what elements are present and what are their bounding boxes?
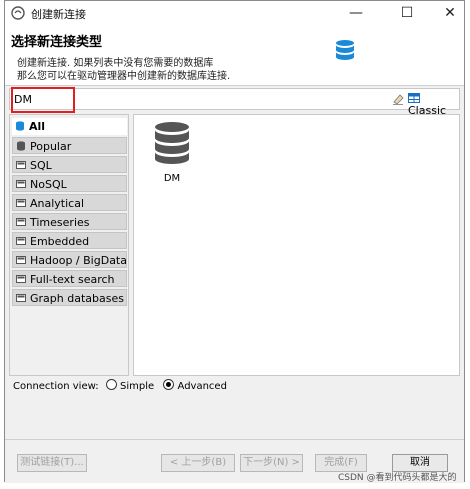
title-bar: 创建新连接 — ☐ ✕ <box>5 1 464 25</box>
driver-tile-dm[interactable]: DM <box>150 121 194 187</box>
folder-icon <box>16 218 26 226</box>
search-input[interactable] <box>14 91 314 107</box>
maximize-button[interactable]: ☐ <box>392 3 422 23</box>
connection-view: Connection view: Simple Advanced <box>13 379 227 392</box>
folder-icon <box>16 275 26 283</box>
page-title: 选择新连接类型 <box>11 35 103 50</box>
new-connection-window: 创建新连接 — ☐ ✕ 选择新连接类型 创建新连接. 如果列表中没有您需要的数据… <box>4 0 465 483</box>
close-icon: ✕ <box>444 5 456 21</box>
category-nosql[interactable]: NoSQL <box>12 175 127 192</box>
radio-simple-circle[interactable] <box>105 379 117 390</box>
description-line-2: 那么您可以在驱动管理器中创建新的数据库连接. <box>17 71 231 82</box>
category-label: All <box>29 120 46 133</box>
category-label: NoSQL <box>30 178 67 191</box>
radio-simple[interactable]: Simple <box>105 379 158 392</box>
category-analytical[interactable]: Analytical <box>12 194 127 211</box>
folder-icon <box>16 161 26 169</box>
category-label: Embedded <box>30 235 90 248</box>
dialog-body: Classic All Popular SQL NoSQL Anal <box>5 85 464 440</box>
next-button[interactable]: 下一步(N) > <box>240 454 303 472</box>
category-timeseries[interactable]: Timeseries <box>12 213 127 230</box>
search-bar: Classic <box>9 87 460 117</box>
category-label: Timeseries <box>30 216 90 229</box>
category-all[interactable]: All <box>12 118 127 135</box>
category-full-text-search[interactable]: Full-text search <box>12 270 127 287</box>
window-title: 创建新连接 <box>31 8 86 21</box>
category-popular[interactable]: Popular <box>12 137 127 154</box>
database-icon <box>336 40 354 60</box>
minimize-button[interactable]: — <box>341 3 371 23</box>
driver-label: DM <box>163 173 181 184</box>
folder-icon <box>16 180 26 188</box>
category-label: SQL <box>30 159 52 172</box>
driver-list: DM <box>133 114 460 376</box>
database-icon <box>16 121 24 131</box>
connection-view-label: Connection view: <box>13 381 99 392</box>
radio-advanced-circle[interactable] <box>163 379 175 390</box>
app-logo-icon <box>11 6 25 20</box>
dialog-header: 选择新连接类型 创建新连接. 如果列表中没有您需要的数据库 那么您可以在驱动管理… <box>5 25 464 85</box>
eraser-icon[interactable] <box>391 92 405 106</box>
category-label: Popular <box>30 140 72 153</box>
category-embedded[interactable]: Embedded <box>12 232 127 249</box>
table-icon <box>408 93 420 103</box>
category-label: Graph databases <box>30 292 124 305</box>
back-button[interactable]: < 上一步(B) <box>161 454 235 472</box>
watermark: CSDN @看到代码头都是大的 <box>338 473 457 483</box>
minimize-icon: — <box>349 5 363 21</box>
radio-advanced-label: Advanced <box>177 381 227 392</box>
classic-view-button[interactable]: Classic <box>408 91 459 117</box>
test-connection-button[interactable]: 测试链接(T)... <box>17 454 87 472</box>
folder-icon <box>16 294 26 302</box>
category-sql[interactable]: SQL <box>12 156 127 173</box>
folder-icon <box>16 237 26 245</box>
category-list: All Popular SQL NoSQL Analytical Timeser… <box>9 114 129 376</box>
category-label: Hadoop / BigData <box>30 254 127 267</box>
folder-icon <box>16 256 26 264</box>
radio-advanced[interactable]: Advanced <box>163 379 227 392</box>
category-label: Analytical <box>30 197 85 210</box>
category-hadoop-bigdata[interactable]: Hadoop / BigData <box>12 251 127 268</box>
category-graph-databases[interactable]: Graph databases <box>12 289 127 306</box>
close-button[interactable]: ✕ <box>435 3 465 23</box>
database-icon <box>17 141 25 151</box>
radio-simple-label: Simple <box>120 381 155 392</box>
folder-icon <box>16 199 26 207</box>
database-icon <box>155 122 189 164</box>
maximize-icon: ☐ <box>400 5 414 21</box>
category-label: Full-text search <box>30 273 115 286</box>
